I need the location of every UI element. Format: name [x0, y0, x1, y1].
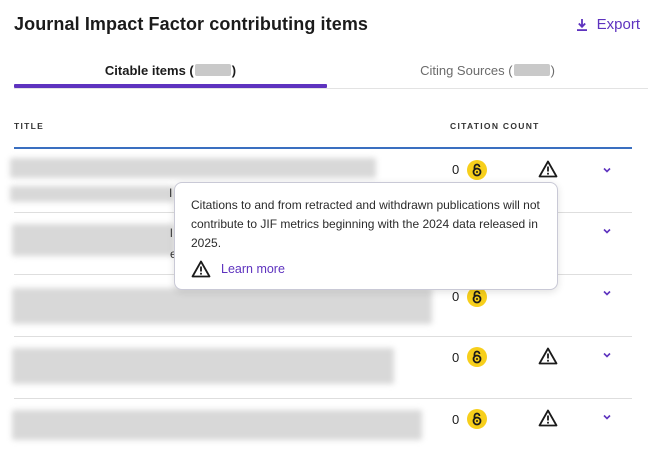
redacted-title	[12, 348, 394, 384]
tab-citable-items[interactable]: Citable items ()	[14, 52, 327, 88]
chevron-down-icon[interactable]	[601, 225, 613, 237]
open-access-icon	[467, 160, 487, 180]
table-top-rule	[14, 147, 632, 149]
redacted-title	[10, 158, 376, 178]
tab-citing-sources[interactable]: Citing Sources ()	[327, 52, 648, 88]
column-header-title[interactable]: TITLE	[14, 121, 44, 131]
warning-icon[interactable]	[538, 160, 558, 178]
warning-icon[interactable]	[538, 409, 558, 427]
tab-citing-sources-label: Citing Sources (	[420, 62, 513, 78]
download-icon	[576, 18, 587, 31]
export-button[interactable]: Export	[575, 16, 640, 33]
warning-icon	[191, 260, 211, 278]
row-divider	[14, 336, 632, 337]
redacted-count	[513, 64, 550, 76]
tab-citing-sources-suffix: )	[550, 62, 555, 78]
tabs-divider	[14, 88, 648, 89]
chevron-down-icon[interactable]	[601, 164, 613, 176]
redacted-title	[12, 224, 174, 256]
redacted-title	[12, 410, 422, 440]
chevron-down-icon[interactable]	[601, 411, 613, 423]
tab-citable-items-label: Citable items (	[104, 62, 194, 78]
page-title: Journal Impact Factor contributing items	[14, 14, 369, 34]
retraction-tooltip: Citations to and from retracted and with…	[174, 182, 558, 290]
tab-citable-items-suffix: )	[231, 62, 237, 78]
chevron-down-icon[interactable]	[601, 287, 613, 299]
tab-bar: Citable items () Citing Sources ()	[14, 52, 648, 88]
row-divider	[14, 398, 632, 399]
redacted-title	[10, 186, 174, 202]
export-label: Export	[596, 16, 640, 33]
citation-count: 0	[452, 289, 460, 304]
citation-count: 0	[452, 412, 460, 427]
open-access-icon	[467, 287, 487, 307]
open-access-icon	[467, 409, 487, 429]
title-fragment: I	[169, 186, 173, 200]
redacted-count	[194, 64, 231, 76]
warning-icon[interactable]	[538, 347, 558, 365]
citation-count: 0	[452, 162, 460, 177]
learn-more-row: Learn more	[191, 260, 285, 278]
learn-more-link[interactable]: Learn more	[221, 262, 285, 276]
tooltip-text: Citations to and from retracted and with…	[191, 198, 540, 250]
redacted-title	[12, 288, 432, 324]
title-fragment: l	[170, 226, 173, 240]
open-access-icon	[467, 347, 487, 367]
column-header-citation-count[interactable]: CITATION COUNT	[450, 121, 540, 131]
citation-count: 0	[452, 350, 460, 365]
chevron-down-icon[interactable]	[601, 349, 613, 361]
